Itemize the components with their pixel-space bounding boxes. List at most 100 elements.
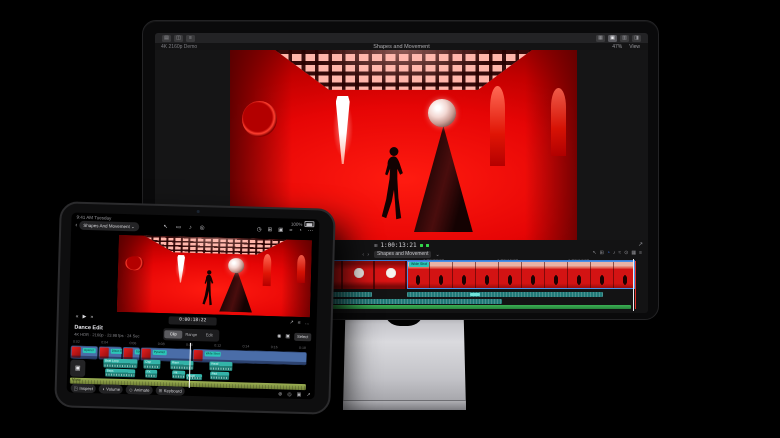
mode-clip[interactable]: Clip xyxy=(164,330,183,339)
tool-solo-icon[interactable]: ≈ xyxy=(618,250,621,256)
browser-layout-icon[interactable]: ▦ xyxy=(596,34,605,42)
color-icon[interactable]: ◔ xyxy=(298,228,301,234)
connected-audio-clip[interactable]: Hit xyxy=(172,370,186,379)
add-media-icon[interactable]: ⊞ xyxy=(267,227,272,233)
timeline-expand-icon[interactable]: ↗ xyxy=(638,241,643,248)
select-button[interactable]: Select xyxy=(293,332,312,342)
connected-audio-clip[interactable]: Vocal xyxy=(209,361,233,372)
clip-name-chip: Wide Shot xyxy=(204,350,222,357)
clip-name-chip: Pyramid xyxy=(152,349,167,355)
volume-button[interactable]: ◖ Volume xyxy=(98,384,124,395)
select-tool-icon[interactable]: ↖ xyxy=(163,224,168,230)
timeline-layout-icon[interactable]: ▣ xyxy=(608,34,617,42)
playhead[interactable] xyxy=(633,259,634,311)
effects-icon[interactable]: ≈ xyxy=(289,228,292,234)
ipad-video-viewer[interactable] xyxy=(116,234,312,318)
keyboard-icon: ⊞ xyxy=(158,387,163,393)
clip-wide-shot-selected[interactable]: Wide Shot xyxy=(407,261,635,289)
project-title-pill[interactable]: Shapes And Movement ⌄ xyxy=(79,220,139,232)
ruler-tick: 0:08 xyxy=(157,341,165,347)
audio-only-clip-tile[interactable]: ▣ xyxy=(70,359,86,377)
skip-forward-icon[interactable]: » xyxy=(90,314,93,320)
dancer-silhouette xyxy=(379,130,407,223)
connected-audio-clip[interactable]: Beat Loop xyxy=(103,358,138,369)
edit-mode-segmented-control[interactable]: Clip Range Edit xyxy=(163,328,220,342)
duplicate-icon[interactable]: ▣ xyxy=(297,391,302,397)
more-icon[interactable]: ⋯ xyxy=(308,228,314,234)
timeline-clip[interactable]: Opener xyxy=(70,345,98,360)
waveform xyxy=(106,373,135,377)
tool-appearance-icon[interactable]: ▦ xyxy=(631,250,636,256)
timeline-breadcrumb[interactable]: Shapes and Movement xyxy=(374,251,432,258)
tool-audio-skim-icon[interactable]: ♪ xyxy=(613,250,616,256)
connected-audio-clip[interactable]: FX xyxy=(145,369,158,378)
breadcrumb-caret-icon[interactable]: ⌄ xyxy=(435,252,440,258)
sidebar-toggle-icon[interactable]: ▤ xyxy=(162,34,171,42)
timeline-project-specs: 4K HDR · 2160p · 23.98 fps · 24 Sec xyxy=(74,331,140,339)
tool-index-icon[interactable]: ≡ xyxy=(639,250,642,256)
overlay-icon[interactable]: ≡ xyxy=(298,320,301,326)
ruler-tick: 0:18 xyxy=(298,345,306,351)
tool-snapping-icon[interactable]: ⊙ xyxy=(624,250,628,256)
inspect-icon: ◳ xyxy=(73,385,79,391)
red-room-video-frame xyxy=(116,234,312,318)
ruler-tick: 0:14 xyxy=(242,344,250,349)
ruler-tick: 0:12 xyxy=(214,343,222,348)
export-icon[interactable]: ↗ xyxy=(306,392,310,398)
ipad: 9:41 AM Tuesday 100% ‹ Shapes And Moveme… xyxy=(54,201,336,415)
tool-select-icon[interactable]: ↖ xyxy=(592,250,596,256)
back-control[interactable]: ‹ Shapes And Movement ⌄ xyxy=(75,220,139,232)
mode-edit[interactable]: Edit xyxy=(200,331,218,339)
jog-wheel-icon[interactable]: ◷ xyxy=(257,227,262,233)
waveform xyxy=(104,364,137,368)
ruler-tick: 0:04 xyxy=(101,340,109,345)
photos-audio-icon[interactable]: ◫ xyxy=(174,34,183,42)
crop-tool-icon[interactable]: ▭ xyxy=(176,224,181,230)
wall-arch xyxy=(490,86,505,166)
camera-icon[interactable]: ◎ xyxy=(200,225,205,231)
clip-end-marker xyxy=(635,261,636,309)
audio-clip[interactable] xyxy=(407,292,603,297)
timeline-history-arrows[interactable]: ‹ › xyxy=(362,252,370,258)
tool-edit-icon[interactable]: ⊞ xyxy=(600,250,604,256)
skip-back-icon[interactable]: « xyxy=(76,314,79,320)
render-indicator xyxy=(419,244,423,247)
inspect-button[interactable]: ◳ Inspect xyxy=(70,383,97,394)
dancer-silhouette xyxy=(200,269,216,307)
front-camera xyxy=(196,209,200,214)
stand-base xyxy=(343,400,466,410)
tool-skimming-icon[interactable]: ◔ xyxy=(607,250,610,256)
mirror-ball xyxy=(228,257,245,274)
final-cut-ipad-app: 9:41 AM Tuesday 100% ‹ Shapes And Moveme… xyxy=(66,212,320,400)
connected-audio-clip[interactable]: Clap xyxy=(143,359,161,370)
fullscreen-icon[interactable]: ↗ xyxy=(289,320,293,326)
delete-icon[interactable]: ⊗ xyxy=(278,391,282,397)
clip-name-chip: Wide Shot xyxy=(409,262,430,267)
more-options-icon[interactable]: … xyxy=(305,320,310,326)
animate-button[interactable]: ◇ Animate xyxy=(126,385,153,395)
keyboard-button[interactable]: ⊞ Keyboard xyxy=(155,385,185,396)
browser-icon[interactable]: ▣ xyxy=(285,334,290,340)
titles-generators-icon[interactable]: ≡ xyxy=(186,34,195,42)
voiceover-icon[interactable]: ♪ xyxy=(189,225,192,231)
back-chevron-icon: ‹ xyxy=(75,222,78,229)
ruler-tick: 0:16 xyxy=(270,345,278,350)
app-toolbar: ‹ Shapes And Movement ⌄ ↖ ▭ ♪ ◎ ◷ ⊞ ▣ ≈ xyxy=(71,220,319,239)
connected-audio-clip[interactable]: Bass xyxy=(105,368,136,378)
play-icon[interactable]: ▶ xyxy=(82,314,86,320)
porthole xyxy=(242,101,277,138)
view-options-eye-icon[interactable]: ◉ xyxy=(277,333,282,339)
inspector-layout-icon[interactable]: ▥ xyxy=(620,34,629,42)
connected-audio-clip[interactable]: Pad xyxy=(210,371,230,380)
mode-range[interactable]: Range xyxy=(182,331,200,339)
wall-arch xyxy=(296,255,306,284)
record-icon[interactable]: ◎ xyxy=(287,391,292,397)
timecode-icon: ⊞ xyxy=(374,242,378,249)
wall-arch xyxy=(262,253,272,287)
black-pyramid xyxy=(219,268,253,312)
share-layout-icon[interactable]: ◨ xyxy=(632,34,641,42)
volume-icon: ◖ xyxy=(101,386,105,392)
timeline-project-title: Dance Edit xyxy=(74,324,103,332)
media-browser-icon[interactable]: ▣ xyxy=(278,227,283,233)
mirror-ball xyxy=(428,99,457,128)
